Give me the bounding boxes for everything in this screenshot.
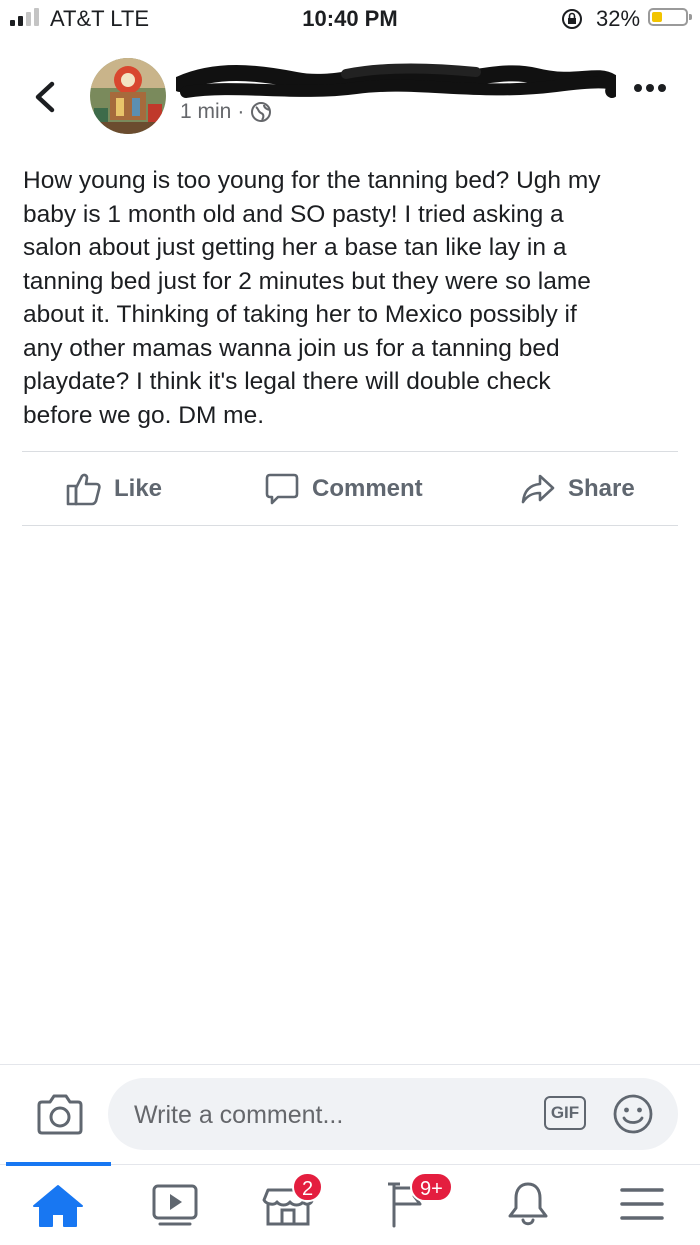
comment-input[interactable]	[132, 1078, 536, 1152]
post-timestamp[interactable]: 1 min	[180, 100, 231, 124]
status-bar: AT&T LTE 10:40 PM 32%	[0, 0, 700, 38]
post-meta: 1 min ·	[180, 100, 272, 124]
comment-button[interactable]: Comment	[264, 452, 423, 525]
battery-level	[652, 12, 662, 22]
back-button[interactable]	[30, 80, 62, 114]
marketplace-badge: 2	[292, 1172, 324, 1202]
tab-notifications[interactable]	[498, 1178, 558, 1230]
post-text: How young is too young for the tanning b…	[23, 167, 601, 429]
gif-button[interactable]: GIF	[544, 1096, 586, 1130]
globe-icon	[251, 102, 272, 122]
tab-watch[interactable]	[146, 1178, 206, 1230]
action-bar-bottom-divider	[22, 525, 678, 526]
status-time: 10:40 PM	[302, 6, 398, 31]
tab-pages[interactable]: 9+	[380, 1172, 453, 1230]
active-tab-indicator	[6, 1162, 111, 1166]
comment-label: Comment	[312, 474, 423, 502]
orientation-lock-icon	[562, 9, 582, 29]
ellipsis-icon	[634, 84, 642, 92]
comment-icon	[265, 473, 299, 504]
bell-icon	[508, 1182, 548, 1226]
more-options-button[interactable]	[634, 84, 666, 92]
share-button[interactable]: Share	[520, 452, 635, 525]
like-button[interactable]: Like	[66, 452, 162, 525]
tab-home[interactable]	[28, 1178, 88, 1230]
hamburger-menu-icon	[620, 1188, 664, 1220]
camera-icon[interactable]	[36, 1092, 84, 1136]
video-icon	[152, 1184, 198, 1226]
emoji-icon[interactable]	[612, 1093, 654, 1135]
battery-percent: 32%	[596, 6, 641, 31]
avatar[interactable]	[90, 58, 166, 134]
share-icon	[521, 474, 555, 503]
meta-separator: ·	[237, 100, 245, 123]
action-bar: Like Comment Share	[22, 452, 678, 525]
composer-divider	[0, 1064, 700, 1065]
thumbs-up-icon	[66, 473, 101, 505]
battery-icon	[648, 8, 692, 26]
home-icon	[33, 1185, 83, 1227]
comment-composer: GIF	[108, 1078, 678, 1152]
tab-marketplace[interactable]: 2	[258, 1172, 324, 1230]
like-label: Like	[114, 474, 163, 502]
pages-badge: 9+	[410, 1172, 453, 1202]
post-detail-screen: AT&T LTE 10:40 PM 32% 1 min · How young …	[0, 0, 700, 1245]
share-label: Share	[568, 474, 635, 502]
tab-menu[interactable]	[612, 1178, 672, 1230]
